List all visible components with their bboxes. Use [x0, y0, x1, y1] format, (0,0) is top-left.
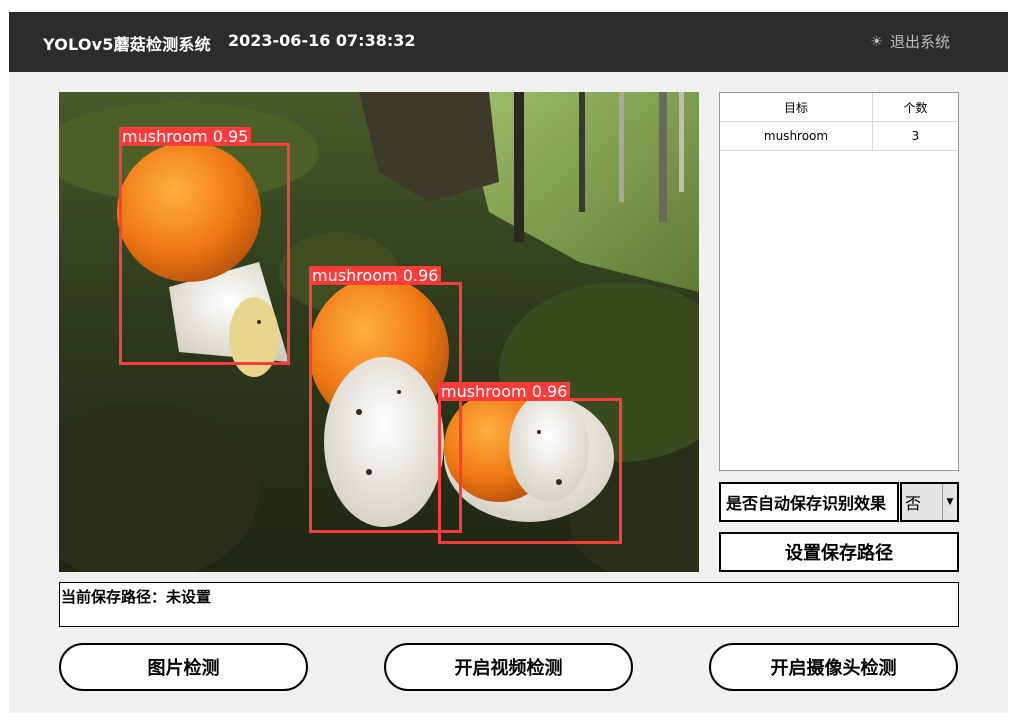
autosave-row: 是否自动保存识别效果 否 ▼ — [719, 482, 959, 522]
detection-label: mushroom 0.96 — [438, 382, 571, 401]
video-detect-button[interactable]: 开启视频检测 — [384, 643, 633, 691]
app-window: YOLOv5蘑菇检测系统 2023-06-16 07:38:32 ☀ 退出系统 — [9, 12, 1008, 713]
current-save-path: 当前保存路径：未设置 — [59, 582, 959, 627]
image-detect-button[interactable]: 图片检测 — [59, 643, 308, 691]
detection-label: mushroom 0.95 — [119, 127, 252, 146]
detection-box: mushroom 0.95 — [119, 127, 290, 365]
dropdown-arrow-icon[interactable]: ▼ — [942, 484, 957, 520]
detection-label: mushroom 0.96 — [309, 266, 442, 285]
exit-label: 退出系统 — [889, 33, 950, 51]
detection-box: mushroom 0.96 — [438, 382, 622, 544]
app-title: YOLOv5蘑菇检测系统 — [43, 35, 211, 54]
camera-detect-button[interactable]: 开启摄像头检测 — [709, 643, 958, 691]
detection-image-panel: mushroom 0.95 mushroom 0.96 mushroom 0.9… — [59, 92, 699, 572]
column-header-count: 个数 — [872, 93, 958, 122]
cell-target: mushroom — [720, 121, 873, 151]
exit-button[interactable]: ☀ 退出系统 — [870, 31, 950, 52]
datetime-display: 2023-06-16 07:38:32 — [228, 31, 416, 50]
set-save-path-button[interactable]: 设置保存路径 — [719, 532, 959, 572]
table-row[interactable]: mushroom 3 — [720, 121, 958, 151]
cell-count: 3 — [872, 121, 958, 151]
autosave-label: 是否自动保存识别效果 — [719, 482, 899, 522]
table-header-row: 目标 个数 — [720, 93, 958, 122]
header-bar: YOLOv5蘑菇检测系统 2023-06-16 07:38:32 ☀ 退出系统 — [9, 12, 1008, 72]
sun-icon: ☀ — [870, 33, 883, 50]
results-table: 目标 个数 mushroom 3 — [719, 92, 959, 471]
autosave-select[interactable]: 否 ▼ — [900, 482, 959, 522]
column-header-target: 目标 — [720, 93, 873, 122]
autosave-value: 否 — [905, 494, 922, 513]
